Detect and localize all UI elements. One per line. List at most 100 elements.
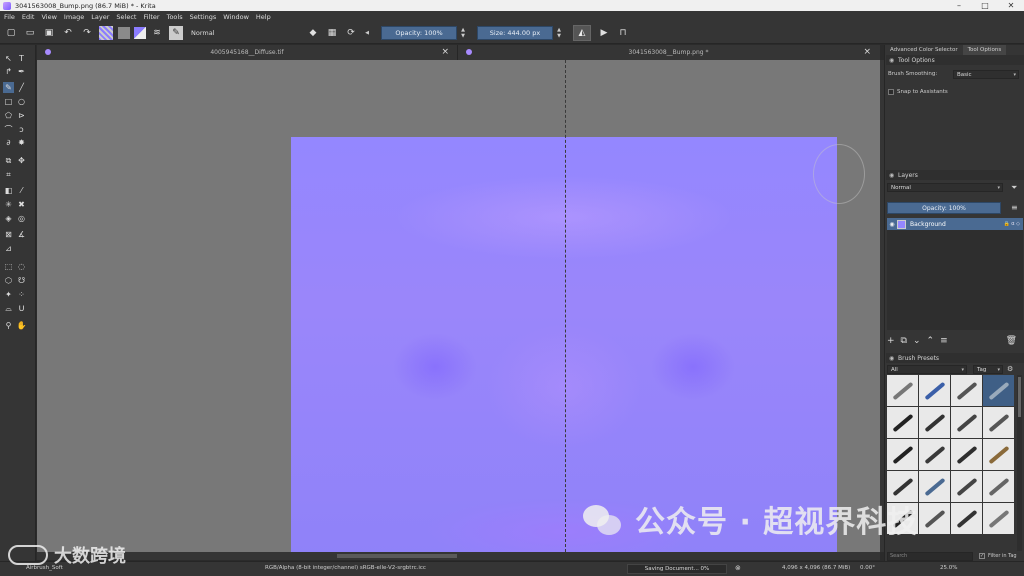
similar-select-icon[interactable]: ⁘ (16, 289, 27, 300)
menu-tools[interactable]: Tools (167, 13, 183, 21)
settings-icon[interactable]: ⚙ (1007, 365, 1013, 373)
size-stepper[interactable]: ▲ ▼ (555, 26, 563, 40)
undo-icon[interactable]: ↶ (61, 26, 75, 40)
reference-tool-icon[interactable]: ⊿ (3, 243, 14, 254)
preset-ink-1[interactable] (887, 407, 918, 438)
menu-image[interactable]: Image (64, 13, 84, 21)
gradient-tool-icon[interactable]: ◧ (3, 185, 14, 196)
menu-edit[interactable]: Edit (22, 13, 35, 21)
layer-properties-icon[interactable]: ≡ (940, 336, 948, 346)
edit-shapes-icon[interactable]: ↱ (3, 66, 14, 77)
close-icon[interactable]: × (441, 47, 449, 57)
multibrush-icon[interactable]: ✸ (16, 137, 27, 148)
crop-tool-icon[interactable]: ⌗ (3, 169, 14, 180)
tag-select[interactable]: Tag ▾ (973, 365, 1003, 374)
close-window-button[interactable]: ✕ (998, 1, 1024, 10)
move-up-icon[interactable]: ⌃ (927, 336, 935, 346)
layer-row-background[interactable]: ◉ Background 🔒 α ◇ (887, 218, 1023, 230)
preset-brush-2[interactable] (919, 471, 950, 502)
preset-filter-select[interactable]: All ▾ (887, 365, 967, 374)
move-down-icon[interactable]: ⌄ (913, 336, 921, 346)
enclose-fill-icon[interactable]: ◎ (16, 213, 27, 224)
minimize-button[interactable]: – (946, 1, 972, 10)
preset-brush-8[interactable] (983, 503, 1014, 534)
rotation-angle[interactable]: 0.00° (860, 565, 875, 571)
filter-icon[interactable]: ⏷ (1011, 183, 1017, 193)
gradient-swatch[interactable] (118, 26, 130, 39)
contiguous-select-icon[interactable]: ✦ (3, 289, 14, 300)
maximize-button[interactable]: □ (972, 1, 998, 10)
preset-marker[interactable] (951, 375, 982, 406)
select-shapes-icon[interactable]: ↖ (3, 53, 14, 64)
transform-tool-icon[interactable]: ⧉ (3, 155, 14, 166)
preset-ink-4[interactable] (983, 407, 1014, 438)
tab-tool-options[interactable]: Tool Options (962, 45, 1007, 55)
freehand-path-icon[interactable]: ↄ (16, 124, 27, 135)
tab-advanced-color-selector[interactable]: Advanced Color Selector (885, 45, 963, 55)
horizontal-scrollbar[interactable] (37, 552, 880, 560)
menu-view[interactable]: View (41, 13, 56, 21)
layer-lock-icons[interactable]: 🔒 α ◇ (1003, 221, 1020, 227)
preset-search-input[interactable]: Search (887, 551, 973, 561)
dynamic-brush-icon[interactable]: ∂ (3, 137, 14, 148)
tab-bump[interactable]: 3041563008__Bump.png * × (458, 45, 879, 60)
new-document-icon[interactable]: ▢ (4, 26, 18, 40)
menu-window[interactable]: Window (223, 13, 249, 21)
preset-pen-blue[interactable] (919, 375, 950, 406)
size-slider[interactable]: Size: 444.00 px (477, 25, 553, 40)
preset-pencil-3[interactable] (951, 439, 982, 470)
close-icon[interactable]: × (863, 47, 871, 57)
layer-opacity-slider[interactable]: Opacity: 100% (887, 202, 1001, 214)
preset-pencil-4[interactable] (983, 439, 1014, 470)
preset-brush-6[interactable] (919, 503, 950, 534)
preset-airbrush[interactable] (983, 375, 1014, 406)
eraser-mode-icon[interactable]: ◆ (306, 26, 320, 40)
color-picker-icon[interactable]: ⁄ (16, 185, 27, 196)
scroll-thumb[interactable] (337, 554, 457, 558)
menu-layer[interactable]: Layer (91, 13, 109, 21)
bezier-select-icon[interactable]: ⌓ (3, 303, 14, 314)
freehand-select-icon[interactable]: ☋ (16, 275, 27, 286)
preset-brush-4[interactable] (983, 471, 1014, 502)
preset-ink-2[interactable] (919, 407, 950, 438)
scroll-thumb[interactable] (1018, 377, 1021, 417)
opacity-slider[interactable]: Opacity: 100% (381, 25, 457, 40)
wrap-around-icon[interactable]: ⊓ (616, 26, 630, 40)
visibility-eye-icon[interactable]: ◉ (887, 221, 897, 228)
horizontal-mirror-icon[interactable]: ◭ (573, 24, 591, 41)
preset-pencil-1[interactable] (887, 439, 918, 470)
add-layer-icon[interactable]: + (887, 336, 895, 346)
alpha-lock-icon[interactable]: ▦ (325, 26, 339, 40)
preset-ink-3[interactable] (951, 407, 982, 438)
delete-layer-icon[interactable]: 🗑 (1006, 336, 1017, 346)
zoom-tool-icon[interactable]: ⚲ (3, 320, 14, 331)
magnetic-select-icon[interactable]: ᑌ (16, 303, 27, 314)
zoom-level[interactable]: 25.0% (940, 565, 957, 571)
smart-patch-icon[interactable]: ✖ (16, 199, 27, 210)
redo-icon[interactable]: ↷ (80, 26, 94, 40)
rect-select-icon[interactable]: ⬚ (3, 261, 14, 272)
snap-to-assistants-checkbox[interactable] (888, 89, 894, 95)
filter-in-tag-option[interactable]: ✓ Filter in Tag (979, 553, 1017, 559)
tab-diffuse[interactable]: 4005945168__Diffuse.tif × (37, 45, 458, 60)
rectangle-tool-icon[interactable]: □ (3, 96, 14, 107)
freehand-brush-icon[interactable]: ✎ (3, 82, 14, 93)
canvas-area[interactable] (37, 60, 880, 552)
presets-scrollbar[interactable] (1017, 375, 1022, 551)
move-tool-icon[interactable]: ✥ (16, 155, 27, 166)
measure-tool-icon[interactable]: ∡ (16, 229, 27, 240)
ellipse-select-icon[interactable]: ◌ (16, 261, 27, 272)
pattern-icon[interactable] (99, 25, 113, 40)
open-folder-icon[interactable]: ▭ (23, 26, 37, 40)
colorize-mask-icon[interactable]: ✳ (3, 199, 14, 210)
preset-brush-3[interactable] (951, 471, 982, 502)
brush-preset-icon[interactable]: ✎ (169, 25, 183, 40)
save-icon[interactable]: ▣ (42, 26, 56, 40)
line-tool-icon[interactable]: ╱ (16, 82, 27, 93)
layer-blend-mode-select[interactable]: Normal ▾ (887, 183, 1003, 192)
reload-preset-icon[interactable]: ⟳ (344, 26, 358, 40)
preset-eraser[interactable] (887, 375, 918, 406)
ellipse-tool-icon[interactable]: ○ (16, 96, 27, 107)
bezier-tool-icon[interactable]: ⌒ (3, 124, 14, 135)
polygon-select-icon[interactable]: ⬡ (3, 275, 14, 286)
